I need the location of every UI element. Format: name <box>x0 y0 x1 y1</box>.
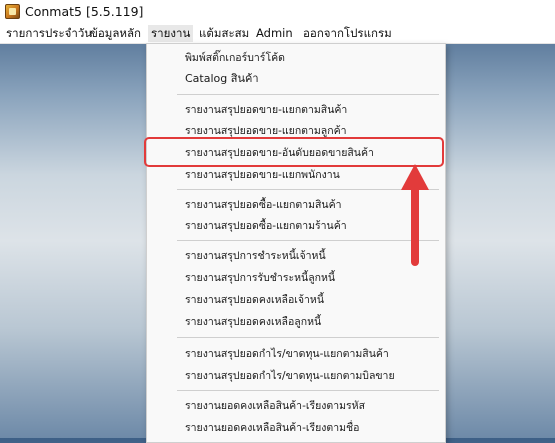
menu-item-stock-by-code[interactable]: รายงานยอดคงเหลือสินค้า-เรียงตามรหัส <box>185 399 365 413</box>
menu-item-profit-by-bill[interactable]: รายงานสรุปยอดกำไร/ขาดทุน-แยกตามบิลขาย <box>185 369 395 383</box>
menu-reports[interactable]: รายงาน <box>148 25 194 42</box>
menu-master-data[interactable]: ข้อมูลหลัก <box>87 25 144 42</box>
menu-daily-transactions[interactable]: รายการประจำวัน <box>3 25 95 42</box>
menu-item-sales-by-product[interactable]: รายงานสรุปยอดขาย-แยกตามสินค้า <box>185 103 347 117</box>
menu-exit-program[interactable]: ออกจากโปรแกรม <box>300 25 395 42</box>
menu-item-creditor-payments[interactable]: รายงานสรุปการชำระหนี้เจ้าหนี้ <box>185 249 326 263</box>
menu-item-print-barcode-sticker[interactable]: พิมพ์สติ๊กเกอร์บาร์โค้ด <box>185 51 285 65</box>
menu-item-purchases-by-product[interactable]: รายงานสรุปยอดซื้อ-แยกตามสินค้า <box>185 198 342 212</box>
menu-item-debtor-balance[interactable]: รายงานสรุปยอดคงเหลือลูกหนี้ <box>185 315 321 329</box>
menu-item-sales-by-employee[interactable]: รายงานสรุปยอดขาย-แยกพนักงาน <box>185 168 340 182</box>
menu-separator <box>177 390 439 391</box>
menu-item-purchases-by-supplier[interactable]: รายงานสรุปยอดซื้อ-แยกตามร้านค้า <box>185 219 347 233</box>
menu-bar: รายการประจำวัน ข้อมูลหลัก รายงาน แต้มสะส… <box>0 24 555 44</box>
title-bar: Conmat5 [5.5.119] <box>0 0 555 24</box>
arrow-up-icon <box>401 164 429 266</box>
menu-item-sales-by-customer[interactable]: รายงานสรุปยอดขาย-แยกตามลูกค้า <box>185 124 347 138</box>
menu-separator <box>177 337 439 338</box>
menu-separator <box>177 94 439 95</box>
conmat-app-icon <box>5 4 20 19</box>
highlight-box <box>144 137 444 167</box>
menu-item-debtor-receipts[interactable]: รายงานสรุปการรับชำระหนี้ลูกหนี้ <box>185 271 335 285</box>
menu-admin[interactable]: Admin <box>253 25 296 42</box>
menu-item-stock-by-name[interactable]: รายงานยอดคงเหลือสินค้า-เรียงตามชื่อ <box>185 421 359 435</box>
menu-item-creditor-balance[interactable]: รายงานสรุปยอดคงเหลือเจ้าหนี้ <box>185 293 324 307</box>
menu-item-product-catalog[interactable]: Catalog สินค้า <box>185 72 259 86</box>
menu-points[interactable]: แต้มสะสม <box>196 25 252 42</box>
window-title: Conmat5 [5.5.119] <box>25 4 144 19</box>
menu-item-profit-by-product[interactable]: รายงานสรุปยอดกำไร/ขาดทุน-แยกตามสินค้า <box>185 347 389 361</box>
